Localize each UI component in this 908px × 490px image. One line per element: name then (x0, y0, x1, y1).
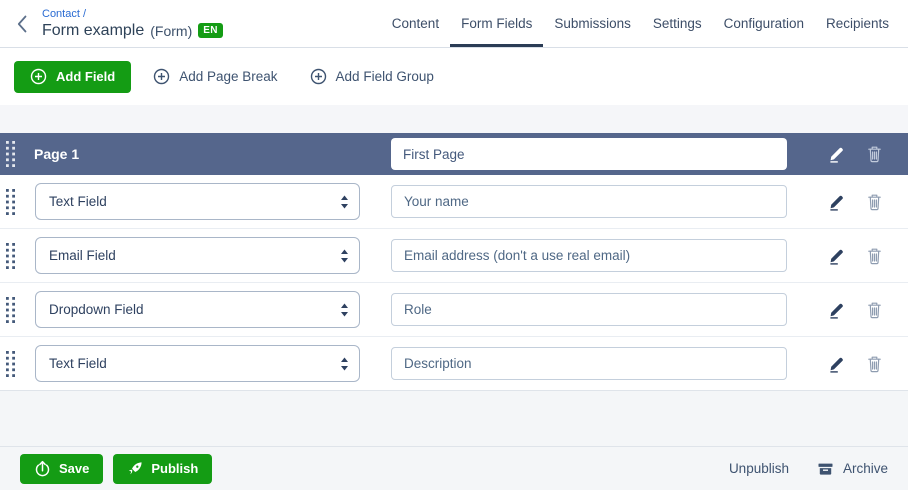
tab-submissions[interactable]: Submissions (543, 0, 642, 47)
save-button[interactable]: Save (20, 453, 104, 484)
header: Contact / Form example (Form) EN Content… (0, 0, 908, 48)
field-label-input[interactable] (391, 347, 787, 380)
drag-handle-icon[interactable] (6, 141, 16, 167)
rocket-icon (129, 461, 142, 474)
footer-bar: Save Publish Unpublish Archive (0, 446, 908, 490)
select-spinner-icon (340, 249, 349, 263)
page-title-type: (Form) (150, 22, 193, 39)
pencil-icon (830, 357, 843, 373)
field-row-2: Email Field (0, 229, 908, 283)
archive-label: Archive (842, 461, 888, 476)
pencil-icon (830, 195, 843, 211)
field-row-3: Dropdown Field (0, 283, 908, 337)
page-section-bar: Page 1 (0, 133, 908, 175)
add-field-button[interactable]: Add Field (14, 60, 132, 93)
pencil-icon (830, 147, 843, 163)
trash-icon (868, 194, 881, 210)
tab-form-fields[interactable]: Form Fields (450, 0, 543, 47)
save-label: Save (59, 461, 90, 476)
header-left: Contact / Form example (Form) EN (12, 0, 223, 47)
publish-button[interactable]: Publish (113, 453, 213, 484)
delete-field-button[interactable] (866, 301, 883, 319)
add-field-group-button[interactable]: Add Field Group (300, 61, 444, 93)
publish-label: Publish (151, 461, 199, 476)
upload-icon (35, 460, 50, 477)
field-row-1: Text Field (0, 175, 908, 229)
delete-field-button[interactable] (866, 247, 883, 265)
field-type-select[interactable]: Text Field (35, 183, 360, 220)
title-line: Form example (Form) EN (42, 22, 223, 40)
toolbar: Add Field Add Page Break Add Field Group (0, 48, 908, 105)
back-button[interactable] (12, 0, 32, 47)
field-type-value: Text Field (49, 356, 107, 371)
archive-icon (818, 463, 833, 475)
tab-settings[interactable]: Settings (642, 0, 713, 47)
tab-configuration[interactable]: Configuration (713, 0, 815, 47)
page-name-input[interactable] (391, 138, 787, 170)
edit-field-button[interactable] (827, 354, 846, 373)
select-spinner-icon (340, 357, 349, 371)
pencil-icon (830, 303, 843, 319)
add-page-break-button[interactable]: Add Page Break (143, 61, 287, 93)
unpublish-link[interactable]: Unpublish (729, 461, 789, 476)
edit-field-button[interactable] (827, 192, 846, 211)
field-row-4: Text Field (0, 337, 908, 390)
field-type-select[interactable]: Email Field (35, 237, 360, 274)
add-page-break-label: Add Page Break (179, 69, 278, 84)
edit-field-button[interactable] (827, 246, 846, 265)
content-bottom-spacer (0, 390, 908, 446)
select-spinner-icon (340, 195, 349, 209)
field-label-input[interactable] (391, 239, 787, 272)
drag-handle-icon[interactable] (6, 296, 16, 323)
spacer-strip (0, 105, 908, 133)
drag-handle-icon[interactable] (6, 188, 16, 215)
select-spinner-icon (340, 303, 349, 317)
locale-badge: EN (198, 23, 223, 38)
page-section-title: Page 1 (34, 146, 80, 162)
plus-circle-icon (30, 68, 47, 85)
footer-right: Unpublish Archive (729, 461, 888, 477)
field-label-input[interactable] (391, 293, 787, 326)
tab-recipients[interactable]: Recipients (815, 0, 900, 47)
field-rows: Text Field Email Field (0, 175, 908, 390)
field-type-value: Dropdown Field (49, 302, 144, 317)
trash-icon (868, 356, 881, 372)
trash-icon (868, 302, 881, 318)
trash-icon (868, 248, 881, 264)
tab-content[interactable]: Content (381, 0, 450, 47)
archive-button[interactable]: Archive (817, 461, 888, 477)
field-type-select[interactable]: Dropdown Field (35, 291, 360, 328)
field-type-select[interactable]: Text Field (35, 345, 360, 382)
page-title: Form example (42, 21, 145, 39)
field-label-input[interactable] (391, 185, 787, 218)
edit-field-button[interactable] (827, 300, 846, 319)
drag-handle-icon[interactable] (6, 350, 16, 377)
field-type-value: Email Field (49, 248, 116, 263)
delete-field-button[interactable] (866, 193, 883, 211)
drag-handle-icon[interactable] (6, 242, 16, 269)
breadcrumb[interactable]: Contact / (42, 8, 223, 20)
tab-bar: Content Form Fields Submissions Settings… (381, 0, 908, 47)
title-block: Contact / Form example (Form) EN (42, 8, 223, 40)
form-builder-app: Contact / Form example (Form) EN Content… (0, 0, 908, 490)
add-field-label: Add Field (56, 69, 116, 84)
trash-icon (868, 146, 881, 163)
plus-circle-icon (310, 68, 326, 85)
pencil-icon (830, 249, 843, 265)
chevron-left-icon (17, 15, 27, 32)
add-field-group-label: Add Field Group (335, 69, 434, 84)
delete-page-button[interactable] (866, 145, 883, 163)
field-type-value: Text Field (49, 194, 107, 209)
delete-field-button[interactable] (866, 355, 883, 373)
edit-page-button[interactable] (827, 145, 846, 164)
plus-circle-icon (154, 68, 170, 85)
